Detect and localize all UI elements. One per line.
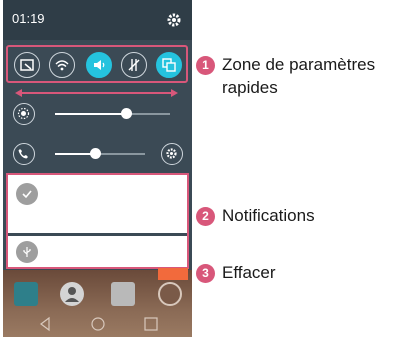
brightness-icon bbox=[17, 107, 30, 120]
status-bar: 01:19 bbox=[3, 0, 192, 40]
brightness-slider[interactable] bbox=[55, 108, 170, 119]
callout-label: Zone de paramètres rapides bbox=[222, 55, 376, 97]
settings-gear-icon[interactable] bbox=[166, 12, 182, 28]
screen-toggle-button[interactable] bbox=[14, 52, 40, 78]
brightness-fill bbox=[55, 113, 127, 115]
notification-app-icon bbox=[16, 241, 38, 263]
apps-drawer-icon[interactable] bbox=[158, 282, 182, 306]
callout-number: 2 bbox=[196, 207, 215, 226]
messages-app-icon[interactable] bbox=[111, 282, 135, 306]
sound-icon bbox=[94, 60, 105, 70]
volume-fill bbox=[55, 153, 95, 155]
home-icon[interactable] bbox=[91, 317, 105, 331]
qslide-toggle-button[interactable] bbox=[156, 52, 182, 78]
clear-button[interactable] bbox=[158, 268, 188, 280]
wifi-toggle-button[interactable] bbox=[49, 52, 75, 78]
phone-ring-icon bbox=[18, 149, 28, 159]
sound-toggle-button[interactable] bbox=[86, 52, 112, 78]
contacts-app-icon[interactable] bbox=[60, 282, 84, 306]
screen-icon bbox=[20, 59, 34, 71]
volume-slider[interactable] bbox=[55, 148, 145, 159]
brightness-thumb[interactable] bbox=[121, 108, 133, 119]
callout-label: Notifications bbox=[222, 206, 315, 225]
phone-app-icon[interactable] bbox=[14, 282, 38, 306]
usb-icon bbox=[23, 247, 31, 257]
callout-label: Effacer bbox=[222, 263, 276, 282]
notification-app-icon bbox=[16, 183, 38, 205]
data-toggle-button[interactable] bbox=[121, 52, 147, 78]
brightness-button[interactable] bbox=[13, 103, 35, 125]
gear-icon bbox=[166, 148, 177, 159]
person-icon bbox=[65, 287, 79, 302]
ringtone-button[interactable] bbox=[13, 143, 35, 165]
data-icon bbox=[128, 59, 140, 71]
brightness-slider-row bbox=[3, 99, 192, 129]
wifi-icon bbox=[55, 60, 69, 71]
clock-time: 01:19 bbox=[12, 11, 45, 26]
navigation-bar bbox=[40, 316, 158, 332]
recents-icon[interactable] bbox=[144, 317, 158, 331]
notification-item[interactable] bbox=[8, 236, 187, 267]
sound-settings-button[interactable] bbox=[161, 143, 183, 165]
volume-slider-row bbox=[3, 139, 192, 169]
volume-thumb[interactable] bbox=[89, 148, 101, 159]
back-icon[interactable] bbox=[40, 316, 50, 332]
swipe-arrow-icon bbox=[15, 89, 178, 97]
qslide-icon bbox=[162, 58, 176, 72]
quick-settings-area bbox=[6, 45, 188, 83]
notifications-area bbox=[6, 173, 189, 269]
check-icon bbox=[22, 190, 32, 199]
notification-item[interactable] bbox=[8, 175, 187, 233]
callout-number: 1 bbox=[196, 56, 215, 75]
phone-screen: 01:19 bbox=[3, 0, 192, 337]
callout-number: 3 bbox=[196, 264, 215, 283]
